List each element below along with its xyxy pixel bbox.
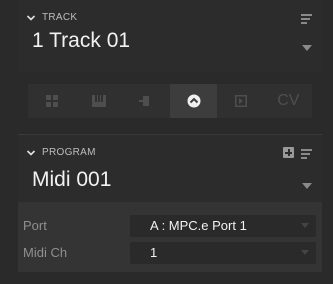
track-type-selector: CV (28, 84, 312, 118)
track-type-keygroup-button[interactable] (75, 84, 122, 118)
drum-grid-icon (45, 95, 58, 107)
add-program-icon[interactable] (283, 147, 294, 158)
track-section-toggle[interactable]: TRACK (26, 12, 77, 23)
chevron-down-icon (26, 149, 36, 156)
track-header: TRACK 1 Track 01 (18, 0, 322, 72)
keygroup-keys-icon (91, 95, 106, 107)
chevron-down-icon (301, 250, 309, 255)
program-settings: Port A : MPC.e Port 1 Midi Ch 1 (18, 202, 322, 272)
midi-channel-label: Midi Ch (23, 245, 68, 260)
program-dropdown-icon[interactable] (302, 183, 312, 189)
track-type-cv-button[interactable]: CV (265, 84, 312, 118)
clip-plug-icon (139, 96, 150, 106)
midi-channel-select[interactable]: 1 (130, 242, 316, 264)
track-type-audio-button[interactable] (217, 84, 264, 118)
port-label: Port (23, 218, 47, 233)
port-select[interactable]: A : MPC.e Port 1 (130, 215, 316, 237)
track-type-clip-button[interactable] (123, 84, 170, 118)
midi-channel-row: Midi Ch 1 (18, 242, 322, 264)
chevron-down-icon (26, 14, 36, 21)
program-section-toggle[interactable]: PROGRAM (26, 147, 96, 158)
program-menu-icon[interactable] (301, 149, 312, 159)
track-type-midi-button[interactable] (169, 84, 218, 118)
midi-port-icon (187, 94, 201, 108)
audio-track-icon (234, 95, 247, 107)
track-type-bar: CV (18, 72, 322, 132)
chevron-down-icon (301, 223, 309, 228)
cv-label: CV (277, 92, 300, 109)
port-value: A : MPC.e Port 1 (150, 218, 247, 233)
program-header: PROGRAM Midi 001 (18, 134, 322, 202)
program-section-label: PROGRAM (42, 147, 96, 158)
track-menu-icon[interactable] (301, 14, 312, 24)
program-name[interactable]: Midi 001 (32, 168, 111, 192)
track-section-label: TRACK (42, 12, 78, 23)
track-type-drum-button[interactable] (28, 84, 75, 118)
port-row: Port A : MPC.e Port 1 (18, 215, 322, 237)
midi-channel-value: 1 (150, 245, 158, 260)
track-dropdown-icon[interactable] (302, 45, 312, 51)
track-name[interactable]: 1 Track 01 (32, 29, 130, 53)
